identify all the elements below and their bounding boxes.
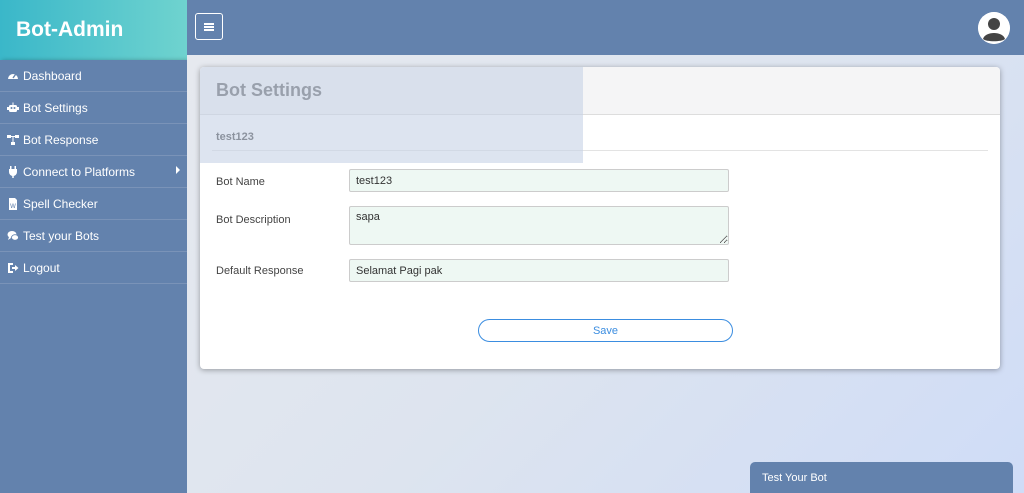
sidebar-item-label: Spell Checker xyxy=(23,196,98,211)
sitemap-icon xyxy=(7,134,19,146)
menu-toggle-button[interactable] xyxy=(195,13,223,40)
sidebar-item-label: Logout xyxy=(23,260,60,275)
chat-icon xyxy=(7,230,19,242)
caret-right-icon xyxy=(176,166,180,174)
bot-description-label: Bot Description xyxy=(216,214,291,226)
sidebar-item-connect-to-platforms[interactable]: Connect to Platforms xyxy=(0,156,187,188)
dashboard-icon xyxy=(7,70,19,82)
sidebar-item-label: Dashboard xyxy=(23,68,82,83)
bot-id-heading: test123 xyxy=(216,131,254,143)
bot-name-input[interactable] xyxy=(349,169,729,192)
sidebar-item-dashboard[interactable]: Dashboard xyxy=(0,60,187,92)
default-response-label: Default Response xyxy=(216,265,304,277)
sidebar-item-spell-checker[interactable]: W Spell Checker xyxy=(0,188,187,220)
document-icon: W xyxy=(7,197,19,210)
sidebar-item-label: Connect to Platforms xyxy=(23,164,136,179)
bot-settings-card: Bot Settings test123 Bot Name Bot Descri… xyxy=(200,67,1000,369)
divider xyxy=(212,150,988,151)
sidebar-item-label: Bot Settings xyxy=(23,100,88,115)
user-avatar-icon[interactable] xyxy=(978,12,1010,44)
sidebar-item-bot-response[interactable]: Bot Response xyxy=(0,124,187,156)
test-your-bot-tab[interactable]: Test Your Bot xyxy=(750,462,1013,493)
top-bar xyxy=(187,0,1024,55)
logout-icon xyxy=(7,262,19,274)
bot-description-textarea[interactable]: sapa xyxy=(349,206,729,245)
sidebar-item-test-your-bots[interactable]: Test your Bots xyxy=(0,220,187,252)
hamburger-icon xyxy=(204,22,214,31)
brand-logo: Bot-Admin xyxy=(0,0,187,60)
sidebar-item-label: Test your Bots xyxy=(23,228,100,243)
save-button[interactable]: Save xyxy=(478,319,733,342)
sidebar: Dashboard Bot Settings Bot Response Conn… xyxy=(0,60,187,493)
main-content: Bot Settings test123 Bot Name Bot Descri… xyxy=(187,55,1024,493)
robot-icon xyxy=(7,102,19,114)
sidebar-item-label: Bot Response xyxy=(23,132,99,147)
svg-text:W: W xyxy=(10,203,16,210)
bot-name-label: Bot Name xyxy=(216,176,265,188)
plug-icon xyxy=(7,165,19,178)
default-response-input[interactable] xyxy=(349,259,729,282)
sidebar-item-bot-settings[interactable]: Bot Settings xyxy=(0,92,187,124)
card-title: Bot Settings xyxy=(200,67,1000,115)
sidebar-item-logout[interactable]: Logout xyxy=(0,252,187,284)
